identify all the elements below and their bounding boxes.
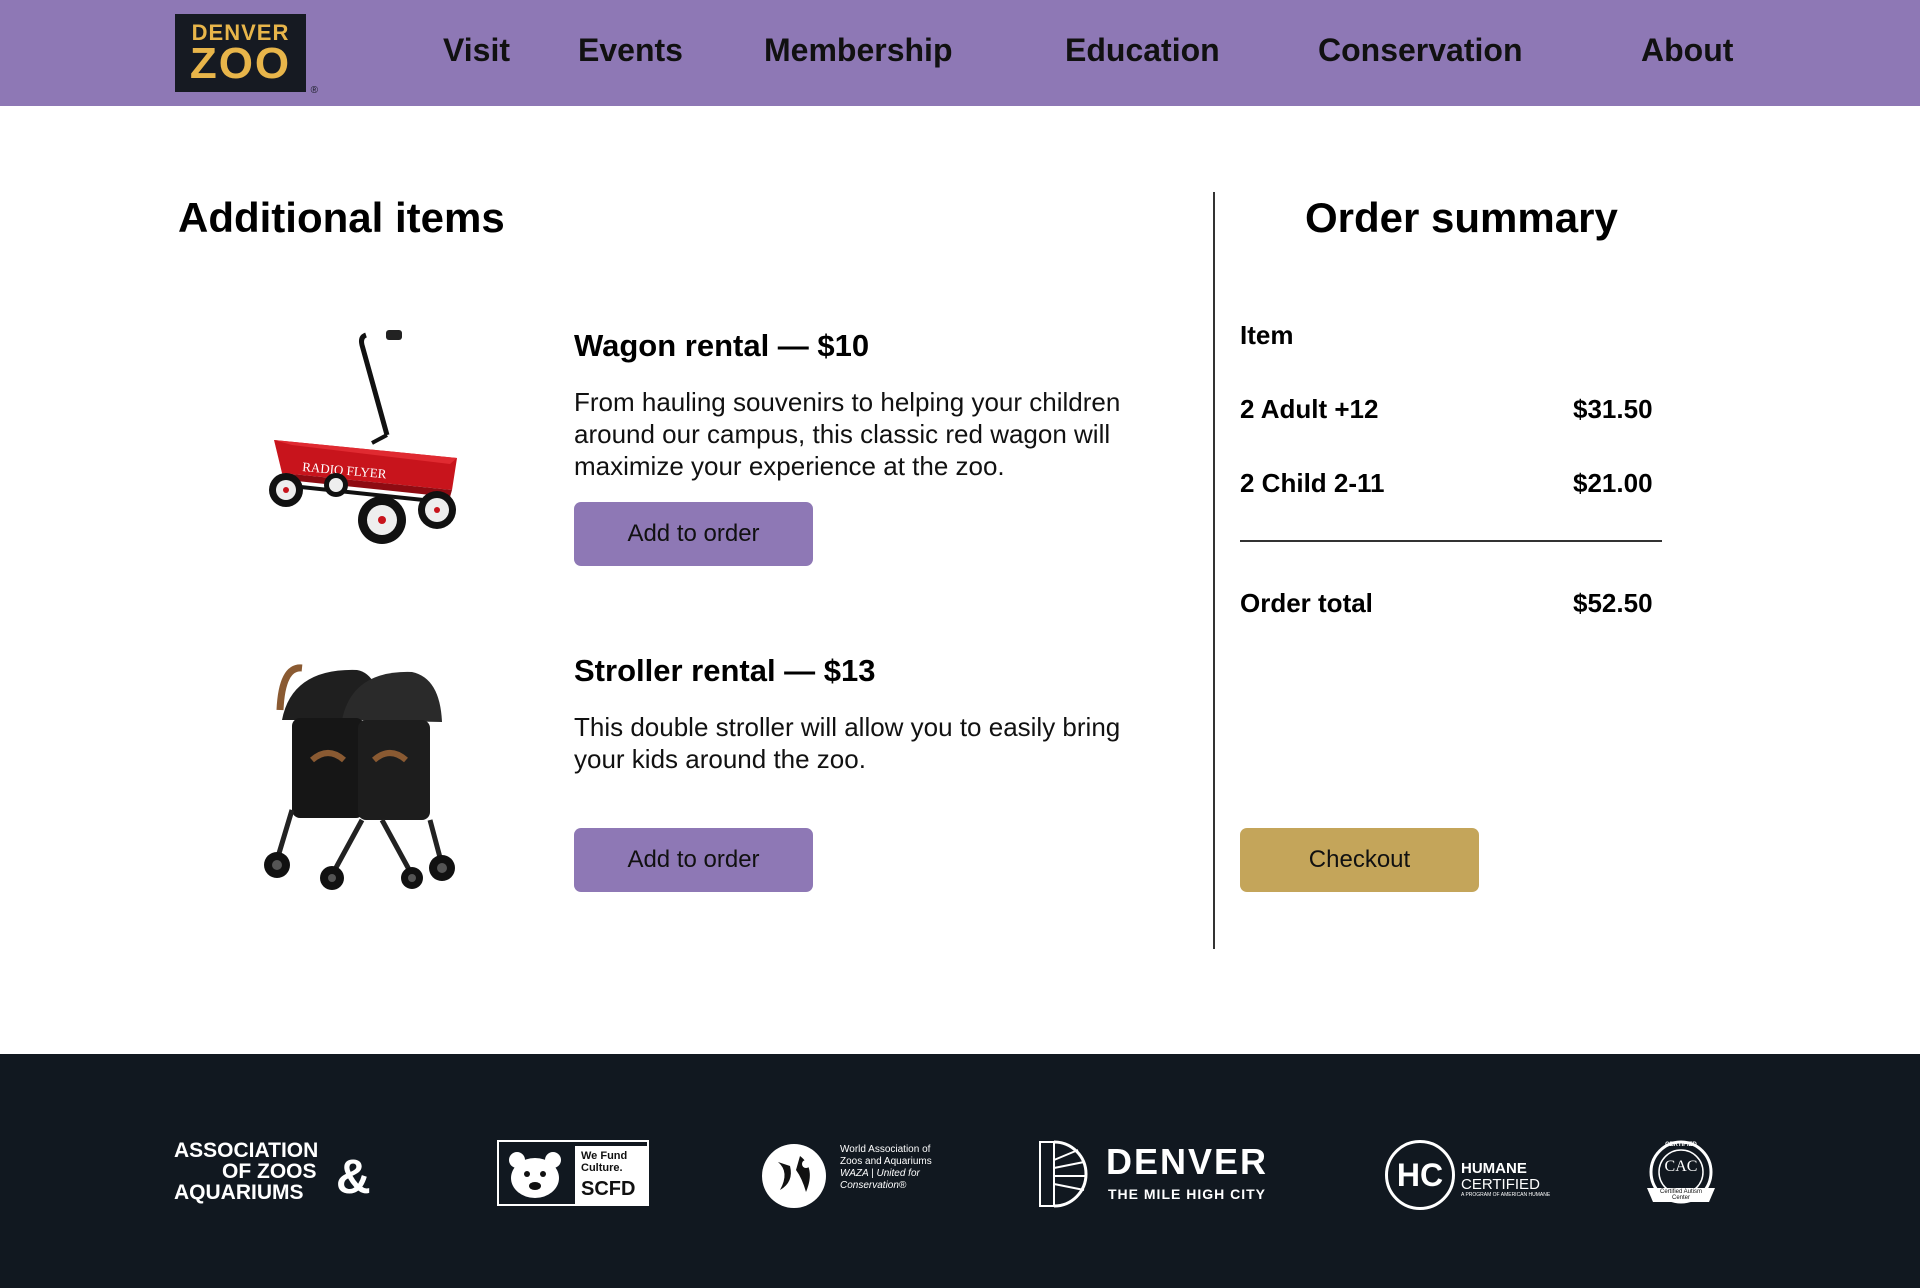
add-wagon-button[interactable]: Add to order: [574, 502, 813, 566]
denver-wordmark: DENVER: [1106, 1141, 1269, 1182]
nav-education[interactable]: Education: [1065, 32, 1220, 69]
denver-zoo-logo[interactable]: DENVER ZOO ®: [175, 14, 318, 96]
checkout-button[interactable]: Checkout: [1240, 828, 1479, 892]
cac-badge-icon: [1647, 1140, 1715, 1204]
additional-items-title: Additional items: [178, 194, 505, 241]
humane-certified-logo[interactable]: HC HUMANE CERTIFIED A PROGRAM OF AMERICA…: [1385, 1140, 1550, 1212]
add-stroller-button[interactable]: Add to order: [574, 828, 813, 892]
nav-visit[interactable]: Visit: [443, 32, 510, 69]
stroller-rental-title: Stroller rental — $13: [574, 653, 876, 688]
humane-badge-icon: HC: [1385, 1140, 1455, 1210]
summary-line-child-label: 2 Child 2-11: [1240, 468, 1385, 498]
cac-certified-text: CERTIFIED: [1665, 1142, 1697, 1148]
summary-line-adult-label: 2 Adult +12: [1240, 394, 1379, 424]
waza-text-1: World Association of: [840, 1144, 931, 1155]
nav-membership[interactable]: Membership: [764, 32, 952, 69]
aza-logo-text-2: OF ZOOS: [222, 1160, 317, 1183]
aza-logo-text-3: AQUARIUMS: [174, 1181, 304, 1204]
aza-logo-ampersand: &: [336, 1151, 371, 1204]
scfd-name: SCFD: [581, 1178, 636, 1200]
stroller-rental-description: This double stroller will allow you to e…: [574, 712, 1121, 774]
nav-conservation[interactable]: Conservation: [1318, 32, 1522, 69]
summary-line-child-price: $21.00: [1573, 468, 1653, 498]
wagon-rental-title: Wagon rental — $10: [574, 328, 870, 363]
nav-about[interactable]: About: [1641, 32, 1733, 69]
cac-logo[interactable]: CAC CERTIFIED Certified Autism Center: [1641, 1140, 1721, 1212]
aza-logo[interactable]: ASSOCIATION OF ZOOS AQUARIUMS &: [174, 1140, 389, 1210]
logo-text-bottom: ZOO: [189, 39, 292, 88]
waza-logo[interactable]: World Association of Zoos and Aquariums …: [760, 1140, 932, 1212]
humane-text-2: CERTIFIED: [1461, 1176, 1540, 1193]
summary-divider: [1240, 540, 1662, 542]
humane-text-1: HUMANE: [1461, 1160, 1527, 1177]
site-footer: ASSOCIATION OF ZOOS AQUARIUMS & We Fund …: [0, 1054, 1920, 1288]
wagon-rental-description: From hauling souvenirs to helping your c…: [574, 387, 1121, 481]
wagon-image: RADIO FLYER: [269, 330, 457, 544]
cac-text-2: Center: [1671, 1195, 1690, 1201]
site-header: DENVER ZOO ® Visit Events Membership Edu…: [0, 0, 1920, 106]
denver-city-logo[interactable]: DENVER THE MILE HIGH CITY: [1038, 1140, 1278, 1208]
order-total-price: $52.50: [1573, 588, 1653, 618]
scfd-tagline-1: We Fund: [581, 1150, 628, 1162]
order-total-label: Order total: [1240, 588, 1373, 618]
waza-text-3: WAZA | United for: [840, 1168, 920, 1179]
bear-icon: [509, 1152, 561, 1198]
order-summary-title: Order summary: [1305, 194, 1618, 241]
logo-trademark: ®: [310, 85, 318, 96]
waza-emblem-icon: [762, 1144, 826, 1208]
humane-text-3: A PROGRAM OF AMERICAN HUMANE: [1461, 1192, 1551, 1198]
summary-line-adult-price: $31.50: [1573, 394, 1653, 424]
stroller-image: [264, 664, 455, 890]
humane-badge-text: HC: [1396, 1157, 1444, 1193]
scfd-tagline-2: Culture.: [581, 1162, 623, 1174]
waza-text-4: Conservation®: [840, 1180, 907, 1191]
scfd-logo[interactable]: We Fund Culture. SCFD: [497, 1140, 649, 1206]
denver-sun-icon: [1039, 1140, 1088, 1208]
summary-item-header: Item: [1240, 320, 1294, 350]
nav-events[interactable]: Events: [578, 32, 683, 69]
cac-letters: CAC: [1664, 1158, 1698, 1175]
waza-text-2: Zoos and Aquariums: [840, 1156, 932, 1167]
denver-tagline: THE MILE HIGH CITY: [1108, 1186, 1266, 1202]
vertical-divider: [1213, 192, 1215, 949]
aza-logo-text-1: ASSOCIATION: [174, 1139, 319, 1162]
